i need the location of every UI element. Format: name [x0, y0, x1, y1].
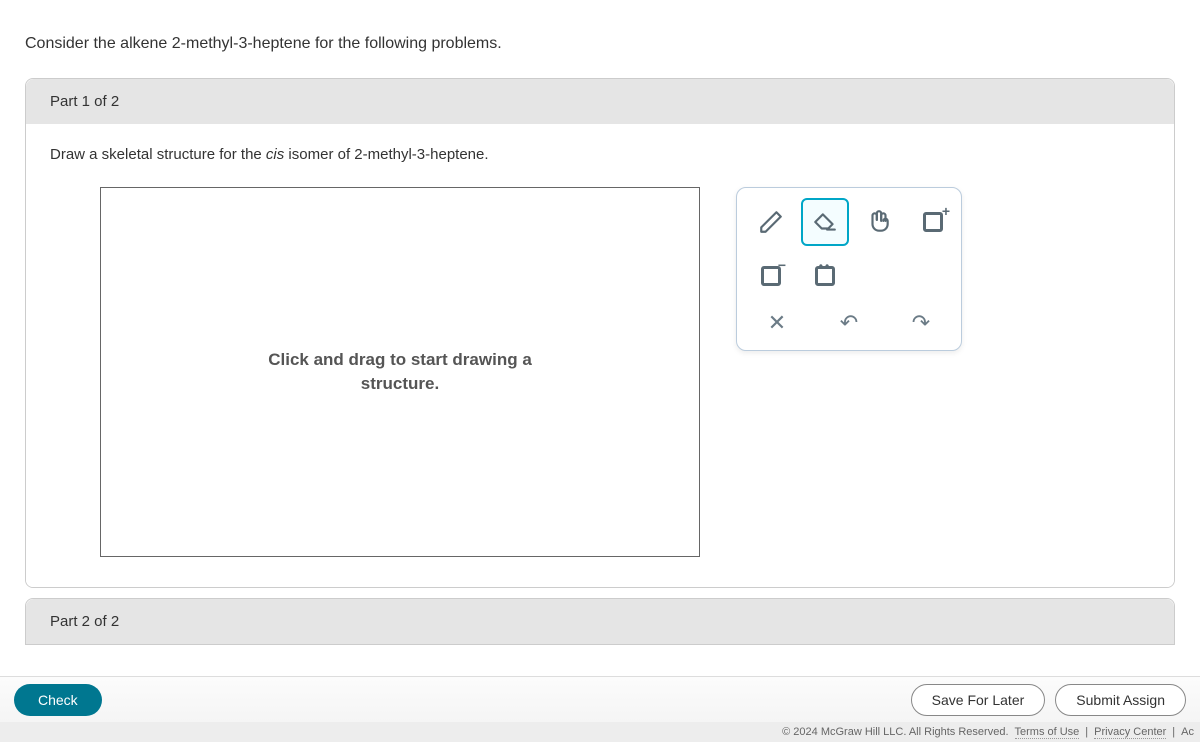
part2-header[interactable]: Part 2 of 2: [26, 599, 1174, 644]
pencil-icon: [758, 209, 784, 235]
negative-charge-tool[interactable]: [747, 252, 795, 300]
submit-assignment-button[interactable]: Submit Assign: [1055, 684, 1186, 716]
undo-button[interactable]: ↶: [827, 310, 871, 336]
part1-instruction: Draw a skeletal structure for the cis is…: [50, 146, 1150, 163]
tool-empty-1: [855, 252, 903, 300]
eraser-tool[interactable]: [801, 198, 849, 246]
hand-tool[interactable]: [855, 198, 903, 246]
square-minus-icon: [761, 266, 781, 286]
instr-a: Draw a skeletal structure for the: [50, 146, 266, 163]
square-plus-icon: [923, 212, 943, 232]
drawing-canvas[interactable]: Click and drag to start drawing a struct…: [100, 187, 700, 557]
part2-card: Part 2 of 2: [25, 598, 1175, 645]
hand-icon: [866, 209, 892, 235]
footer-copyright: © 2024 McGraw Hill LLC. All Rights Reser…: [782, 726, 1008, 738]
bottom-toolbar: Check Save For Later Submit Assign: [0, 676, 1200, 722]
redo-button[interactable]: ↷: [899, 310, 943, 336]
part1-header: Part 1 of 2: [26, 79, 1174, 124]
problem-prompt: Consider the alkene 2-methyl-3-heptene f…: [0, 0, 1200, 78]
save-for-later-button[interactable]: Save For Later: [911, 684, 1046, 716]
accessibility-link[interactable]: Ac: [1181, 726, 1194, 738]
privacy-link[interactable]: Privacy Center: [1094, 726, 1166, 739]
lone-pair-tool[interactable]: [801, 252, 849, 300]
eraser-icon: [812, 209, 838, 235]
part1-body: Draw a skeletal structure for the cis is…: [26, 124, 1174, 587]
terms-link[interactable]: Terms of Use: [1015, 726, 1080, 739]
footer: © 2024 McGraw Hill LLC. All Rights Reser…: [0, 722, 1200, 742]
instr-italic: cis: [266, 146, 284, 163]
square-dots-icon: [815, 266, 835, 286]
instr-b: isomer of 2-methyl-3-heptene.: [284, 146, 488, 163]
pencil-tool[interactable]: [747, 198, 795, 246]
clear-button[interactable]: ✕: [755, 310, 799, 336]
positive-charge-tool[interactable]: [909, 198, 957, 246]
check-button[interactable]: Check: [14, 684, 102, 716]
tool-empty-2: [909, 252, 957, 300]
part1-card: Part 1 of 2 Draw a skeletal structure fo…: [25, 78, 1175, 588]
tool-palette: ✕ ↶ ↷: [736, 187, 962, 351]
drawing-hint: Click and drag to start drawing a struct…: [268, 348, 532, 396]
